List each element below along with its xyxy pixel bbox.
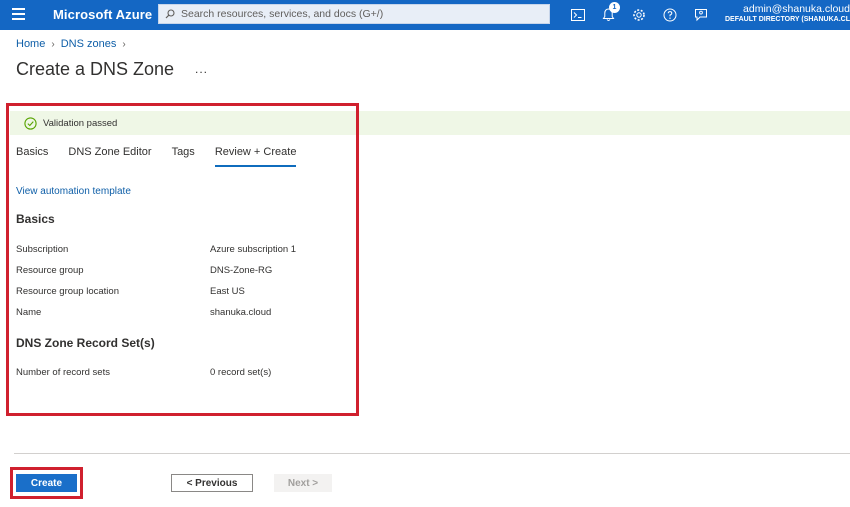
account-menu[interactable]: admin@shanuka.cloud DEFAULT DIRECTORY (S… [725, 3, 850, 23]
help-icon[interactable] [661, 6, 679, 24]
breadcrumb-dns-zones[interactable]: DNS zones [61, 38, 117, 50]
gear-icon[interactable] [630, 6, 648, 24]
breadcrumb: Home › DNS zones › [16, 38, 132, 50]
top-bar: Microsoft Azure 1 admin@shanuka.cloud DE… [0, 0, 850, 30]
next-button[interactable]: Next > [274, 474, 332, 492]
page-title: Create a DNS Zone [16, 59, 175, 79]
search-input[interactable] [181, 8, 531, 20]
chevron-right-icon: › [51, 38, 55, 50]
create-button[interactable]: Create [16, 474, 77, 492]
previous-button[interactable]: < Previous [171, 474, 253, 492]
feedback-icon[interactable] [692, 6, 710, 24]
bell-icon[interactable]: 1 [599, 2, 620, 24]
review-highlight-box [6, 103, 359, 416]
more-options-icon[interactable]: ... [195, 62, 208, 76]
menu-icon[interactable] [12, 8, 26, 22]
footer-divider [14, 453, 850, 454]
cloud-shell-icon[interactable] [569, 6, 587, 24]
account-directory: DEFAULT DIRECTORY (SHANUKA.CLOUD) [725, 16, 850, 23]
chevron-right-icon: › [122, 38, 126, 50]
brand-name[interactable]: Microsoft Azure [53, 7, 152, 22]
search-box[interactable] [158, 4, 550, 24]
account-email: admin@shanuka.cloud [743, 3, 850, 15]
notification-badge: 1 [609, 2, 620, 13]
search-icon [165, 9, 175, 19]
breadcrumb-home[interactable]: Home [16, 38, 45, 50]
